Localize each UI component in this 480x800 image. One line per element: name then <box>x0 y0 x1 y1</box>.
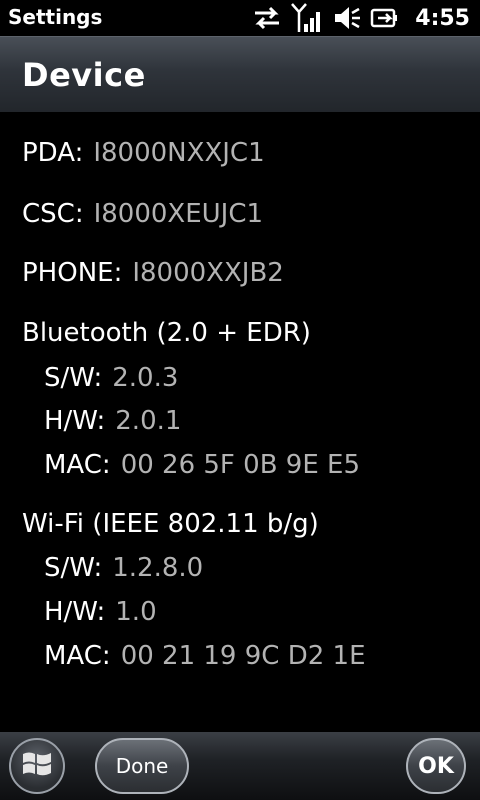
wifi-hw-label: H/W: <box>44 597 106 627</box>
sync-arrows-icon <box>249 0 285 36</box>
wifi-hw-value: 1.0 <box>115 597 157 627</box>
wifi-hw-row: H/W: 1.0 <box>44 597 157 627</box>
wifi-sw-label: S/W: <box>44 553 103 583</box>
signal-strength-icon <box>289 0 325 36</box>
phone-row: PHONE: I8000XXJB2 <box>22 258 284 288</box>
wifi-heading: Wi-Fi (IEEE 802.11 b/g) <box>22 509 319 539</box>
start-button[interactable] <box>9 738 65 794</box>
csc-row: CSC: I8000XEUJC1 <box>22 199 263 229</box>
bluetooth-sw-label: S/W: <box>44 363 103 393</box>
bluetooth-heading: Bluetooth (2.0 + EDR) <box>22 318 311 348</box>
bluetooth-mac-label: MAC: <box>44 450 111 480</box>
pda-label: PDA: <box>22 138 84 168</box>
wifi-mac-value: 00 21 19 9C D2 1E <box>120 641 366 671</box>
phone-label: PHONE: <box>22 258 123 288</box>
status-bar: Settings 4:55 <box>0 0 480 36</box>
wifi-sw-value: 1.2.8.0 <box>112 553 204 583</box>
wifi-sw-row: S/W: 1.2.8.0 <box>44 553 203 583</box>
windows-start-icon <box>21 749 53 783</box>
volume-icon <box>329 0 365 36</box>
page-header: Device <box>0 36 480 112</box>
pda-row: PDA: I8000NXXJC1 <box>22 138 265 168</box>
status-bar-time: 4:55 <box>415 5 470 31</box>
bluetooth-hw-row: H/W: 2.0.1 <box>44 406 181 436</box>
ok-button[interactable]: OK <box>406 738 466 794</box>
bluetooth-mac-value: 00 26 5F 0B 9E E5 <box>120 450 360 480</box>
bluetooth-sw-row: S/W: 2.0.3 <box>44 363 178 393</box>
phone-value: I8000XXJB2 <box>132 258 284 288</box>
csc-label: CSC: <box>22 199 84 229</box>
pda-value: I8000NXXJC1 <box>93 138 265 168</box>
csc-value: I8000XEUJC1 <box>93 199 264 229</box>
status-bar-icons[interactable]: 4:55 <box>249 0 480 36</box>
page-title: Device <box>22 56 146 94</box>
bluetooth-hw-label: H/W: <box>44 406 106 436</box>
bluetooth-hw-value: 2.0.1 <box>115 406 182 436</box>
done-button[interactable]: Done <box>95 738 189 794</box>
wifi-mac-label: MAC: <box>44 641 111 671</box>
device-info-panel: PDA: I8000NXXJC1 CSC: I8000XEUJC1 PHONE: I8… <box>0 112 480 732</box>
status-bar-title[interactable]: Settings <box>8 5 102 29</box>
bluetooth-mac-row: MAC: 00 26 5F 0B 9E E5 <box>44 450 360 480</box>
wifi-mac-row: MAC: 00 21 19 9C D2 1E <box>44 641 366 671</box>
bottom-bar: Done OK <box>0 732 480 800</box>
battery-charging-icon <box>369 0 405 36</box>
bluetooth-sw-value: 2.0.3 <box>112 363 179 393</box>
